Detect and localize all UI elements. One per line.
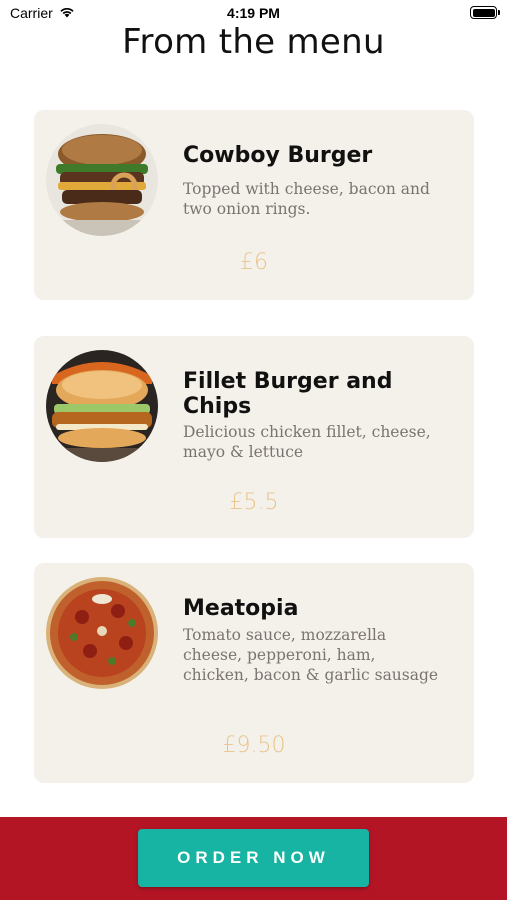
- item-description: Delicious chicken fillet, cheese, mayo &…: [183, 423, 431, 461]
- item-description: Topped with cheese, bacon and two onion …: [183, 180, 430, 218]
- page-title: From the menu: [122, 22, 385, 62]
- menu-card-fillet-burger[interactable]: Fillet Burger and Chips Delicious chicke…: [34, 336, 474, 538]
- chicken-burger-photo: [46, 350, 158, 462]
- item-name: Meatopia: [183, 596, 299, 621]
- item-name: Fillet Burger and Chips: [183, 369, 393, 419]
- item-price: £6: [240, 250, 268, 275]
- burger-photo: [46, 124, 158, 236]
- pizza-photo: [46, 577, 158, 689]
- status-time: 4:19 PM: [227, 5, 280, 21]
- item-name: Cowboy Burger: [183, 143, 373, 168]
- battery-icon: [470, 6, 500, 19]
- order-bar: ORDER NOW: [0, 817, 507, 900]
- menu-card-cowboy-burger[interactable]: Cowboy Burger Topped with cheese, bacon …: [34, 110, 474, 300]
- item-price: £9.50: [222, 733, 286, 758]
- order-now-button[interactable]: ORDER NOW: [138, 829, 369, 887]
- item-price: £5.5: [229, 490, 279, 515]
- item-description: Tomato sauce, mozzarella cheese, peppero…: [183, 626, 439, 684]
- battery-level: [472, 8, 495, 17]
- menu-card-meatopia[interactable]: Meatopia Tomato sauce, mozzarella cheese…: [34, 563, 474, 783]
